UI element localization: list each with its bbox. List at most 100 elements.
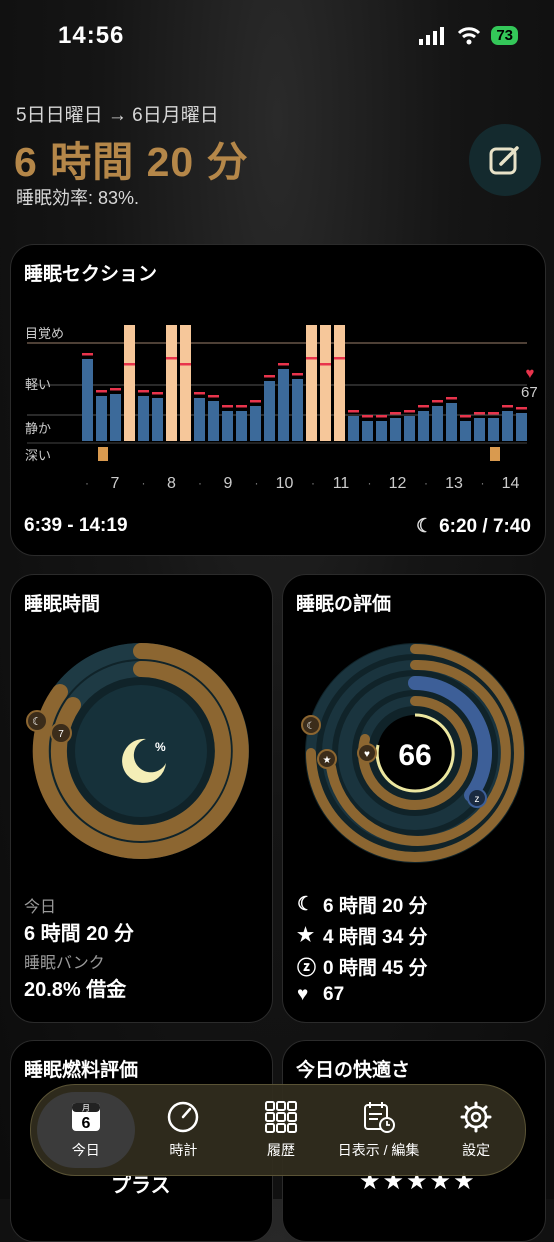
heart-rate-mark <box>138 390 149 393</box>
tab-label: 時計 <box>169 1142 198 1158</box>
heart-rate-mark <box>278 363 289 366</box>
x-axis-label: 11 <box>333 475 350 492</box>
heart-rate-mark <box>488 412 499 415</box>
sleep-bar <box>264 381 275 441</box>
deep-bar <box>98 447 108 461</box>
sleep-bar <box>376 421 387 441</box>
sleep-bar <box>208 401 219 441</box>
heart-rate-mark <box>208 395 219 398</box>
x-axis-label: 10 <box>276 475 294 492</box>
heart-rate-mark <box>348 410 359 413</box>
sleep-bar <box>390 418 401 441</box>
score-row: ★ 4 時間 34 分 <box>297 922 428 949</box>
sleep-time-rings: ☾ 7 % <box>26 643 249 859</box>
sleep-bar <box>278 369 289 441</box>
sleep-bar <box>96 396 107 441</box>
tab-label: 設定 <box>462 1142 491 1158</box>
sleep-bar <box>236 411 247 441</box>
heart-rate-mark <box>418 405 429 408</box>
wake-bar <box>320 325 331 441</box>
sleep-score-card[interactable]: 睡眠の評価 66 ☾ ★ ♥ z ☾ 6 時間 20 分 ★ 4 時間 34 分 ⓩ 0 … <box>282 574 546 1023</box>
heart-rate-mark <box>124 363 135 366</box>
x-axis-label: 14 <box>502 475 520 492</box>
heart-rate-mark <box>152 392 163 395</box>
sleep-bar <box>460 421 471 441</box>
sleep-bar <box>138 396 149 441</box>
x-axis-label: 13 <box>445 475 463 492</box>
sleep-bank-value: 20.8% 借金 <box>24 979 127 1001</box>
axis-dot: · <box>142 476 146 490</box>
heart-rate-mark <box>390 412 401 415</box>
today-label: 今日 <box>24 899 57 916</box>
sleep-efficiency: 睡眠効率: 83%. <box>16 188 140 208</box>
tab-label: 日表示 / 編集 <box>337 1142 420 1158</box>
axis-dot: · <box>198 476 202 490</box>
sleep-bar <box>250 406 261 441</box>
gear-icon <box>460 1101 492 1133</box>
sleep-time-range: 6:39 - 14:19 <box>24 515 128 536</box>
svg-text:☾: ☾ <box>307 721 316 732</box>
tab-today[interactable]: 月 6 今日 <box>37 1092 135 1168</box>
sleep-sessions-card[interactable]: 睡眠セクション 目覚め 軽い 静か 深い 7 · 8 · 9 · 10 · 11 · 12 · 13 · 14 · ♥ 6… <box>10 244 546 556</box>
x-axis-label: 8 <box>167 475 176 492</box>
percent-label: % <box>155 740 166 754</box>
heart-rate-mark <box>320 363 331 366</box>
y-axis-label: 静か <box>25 421 51 436</box>
sleep-bar <box>222 411 233 441</box>
card-title: 睡眠の評価 <box>296 594 392 615</box>
tab-clock[interactable]: 時計 <box>135 1085 233 1175</box>
heart-rate-mark <box>432 400 443 403</box>
grid-icon <box>264 1101 297 1133</box>
heart-rate-mark <box>446 397 457 400</box>
edit-button[interactable] <box>469 124 541 196</box>
heart-icon: ♥ <box>297 984 309 1005</box>
sleep-bar <box>152 398 163 441</box>
score-row-text: 4 時間 34 分 <box>323 927 428 948</box>
score-row: ⓩ 0 時間 45 分 <box>297 953 428 980</box>
tab-settings[interactable]: 設定 <box>427 1085 525 1175</box>
sleep-bar <box>362 421 373 441</box>
svg-text:6: 6 <box>81 1115 90 1132</box>
score-row-text: 67 <box>323 984 345 1005</box>
wake-bar <box>334 325 345 441</box>
x-axis-label: 12 <box>389 475 407 492</box>
calendar-icon: 月 6 <box>71 1103 100 1132</box>
tab-label: 履歴 <box>266 1142 295 1158</box>
heart-rate-mark <box>250 400 261 403</box>
sleep-bar <box>474 418 485 441</box>
card-title: 睡眠時間 <box>24 594 101 615</box>
axis-dot: · <box>255 476 259 490</box>
svg-text:月: 月 <box>82 1104 90 1113</box>
today-value: 6 時間 20 分 <box>24 923 135 945</box>
tab-history[interactable]: 履歴 <box>232 1085 330 1175</box>
sleep-duration-title: 6 時間 20 分 <box>14 139 249 185</box>
sleep-bar <box>488 418 499 441</box>
wake-bar <box>124 325 135 441</box>
sleep-bar <box>432 406 443 441</box>
svg-text:♥: ♥ <box>364 749 370 760</box>
axis-dot: · <box>85 476 89 490</box>
heart-rate-mark <box>166 357 177 360</box>
wake-bar <box>180 325 191 441</box>
x-axis-label: 9 <box>224 475 233 492</box>
wake-bar <box>166 325 177 441</box>
axis-dot: · <box>424 476 428 490</box>
heart-rate-mark <box>236 405 247 408</box>
axis-dot: · <box>481 476 485 490</box>
sleep-bar <box>502 411 513 441</box>
tab-label: 今日 <box>71 1142 100 1158</box>
score-value: 66 <box>398 739 431 772</box>
status-time: 14:56 <box>58 22 125 49</box>
axis-dot: · <box>368 476 372 490</box>
in-bed-time: ☾ 6:20 / 7:40 <box>416 515 531 538</box>
z-icon: ⓩ <box>297 958 317 979</box>
in-bed-value: 6:20 / 7:40 <box>439 515 531 537</box>
heart-rate-mark <box>502 405 513 408</box>
svg-text:7: 7 <box>58 729 64 740</box>
axis-dot: · <box>311 476 315 490</box>
status-icons: 73 <box>419 26 518 45</box>
score-row-text: 6 時間 20 分 <box>323 896 428 917</box>
tab-day-edit[interactable]: 日表示 / 編集 <box>330 1085 428 1175</box>
sleep-time-card[interactable]: 睡眠時間 ☾ 7 % 今日 6 時間 20 分 睡眠バンク 20.8% 借金 <box>10 574 273 1023</box>
score-row: ☾ 6 時間 20 分 <box>297 891 428 918</box>
